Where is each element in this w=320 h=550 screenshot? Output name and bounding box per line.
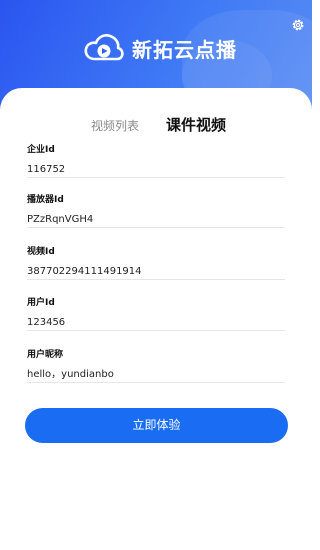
user-nickname-input[interactable]: hello，yundianbo (27, 367, 285, 383)
user-nickname-label: 用户昵称 (27, 350, 64, 360)
tab-bar: 视频列表 课件视频 (0, 114, 312, 138)
video-id-label: 视频Id (27, 247, 55, 257)
gear-icon[interactable] (291, 18, 305, 32)
app-title: 新拓云点播 (132, 37, 237, 62)
video-id-field: 视频Id 387702294111491914 (27, 246, 285, 280)
player-id-input[interactable]: PZzRqnVGH4 (27, 212, 285, 228)
brand: 新拓云点播 (84, 30, 237, 66)
video-id-input[interactable]: 387702294111491914 (27, 264, 285, 280)
tab-video-list[interactable]: 视频列表 (91, 117, 139, 134)
enterprise-id-field: 企业Id 116752 (27, 144, 285, 178)
player-id-field: 播放器Id PZzRqnVGH4 (27, 194, 285, 228)
enterprise-id-label: 企业Id (27, 145, 55, 155)
user-id-field: 用户Id 123456 (27, 297, 285, 331)
player-id-label: 播放器Id (27, 195, 64, 205)
tab-courseware-video[interactable]: 课件视频 (166, 114, 226, 135)
user-id-input[interactable]: 123456 (27, 315, 285, 331)
try-now-button[interactable]: 立即体验 (25, 408, 288, 443)
user-id-label: 用户Id (27, 298, 55, 308)
user-nickname-field: 用户昵称 hello，yundianbo (27, 349, 285, 383)
form-card: 视频列表 课件视频 企业Id 116752 播放器Id PZzRqnVGH4 视… (0, 88, 312, 550)
cloud-play-icon (84, 34, 124, 61)
enterprise-id-input[interactable]: 116752 (27, 162, 285, 178)
